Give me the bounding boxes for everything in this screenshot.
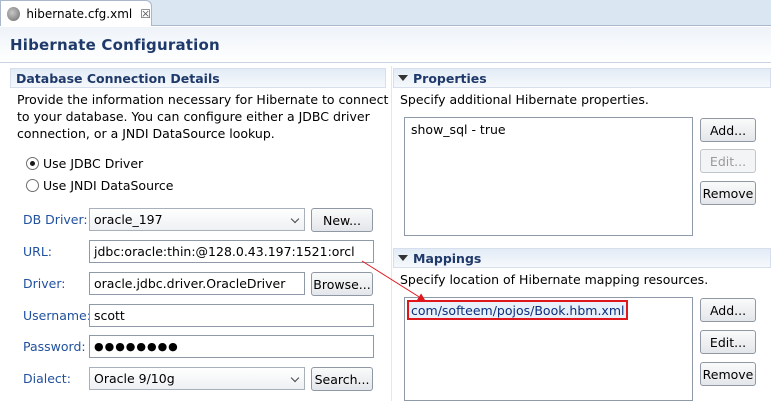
annotation-arrow [361,260,426,302]
